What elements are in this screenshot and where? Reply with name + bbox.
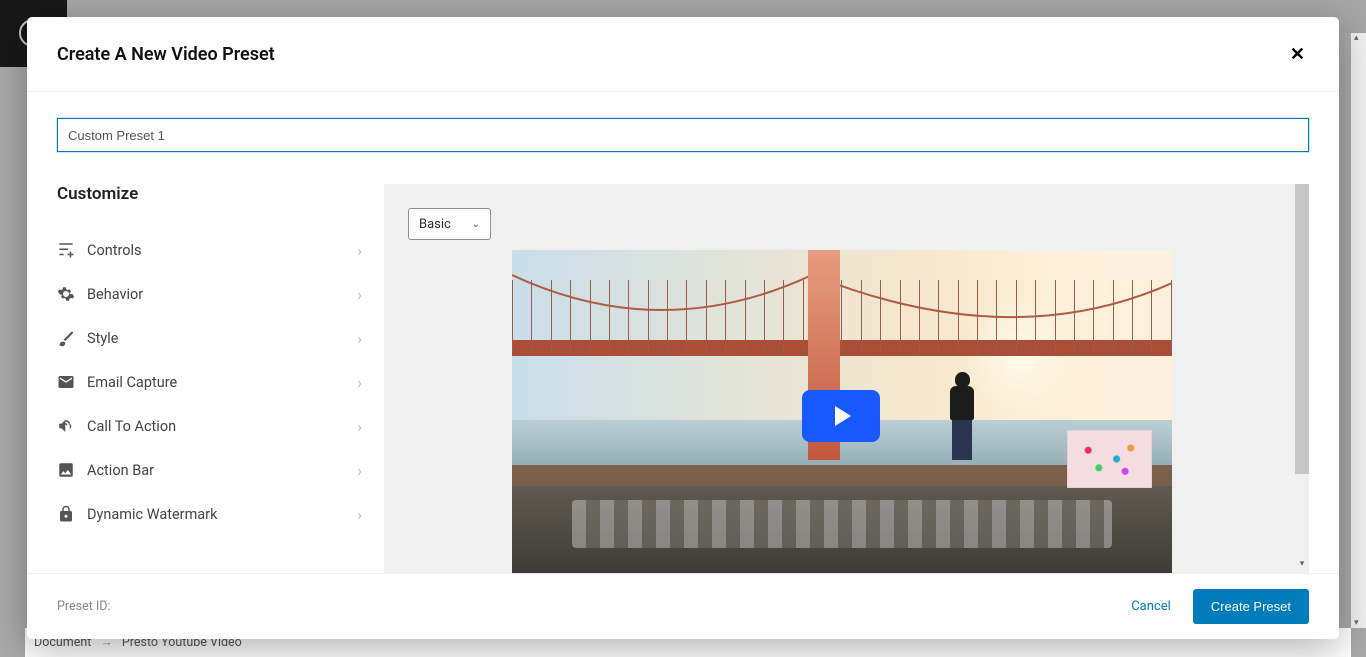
menu-label: Controls xyxy=(87,242,357,259)
menu-item-controls[interactable]: Controls › xyxy=(57,228,362,272)
sliders-icon xyxy=(57,241,87,259)
menu-item-cta[interactable]: Call To Action › xyxy=(57,404,362,448)
chevron-down-icon: ⌄ xyxy=(472,219,480,230)
big-play-button[interactable] xyxy=(802,390,880,442)
pip-thumbnail[interactable] xyxy=(1067,430,1152,488)
modal-backdrop: Create A New Video Preset ✕ Customize Co… xyxy=(0,0,1366,657)
menu-label: Dynamic Watermark xyxy=(87,506,357,523)
preset-name-input[interactable] xyxy=(57,118,1309,152)
create-preset-button[interactable]: Create Preset xyxy=(1193,589,1309,624)
chevron-right-icon: › xyxy=(357,505,362,524)
chevron-right-icon: › xyxy=(357,329,362,348)
menu-item-behavior[interactable]: Behavior › xyxy=(57,272,362,316)
scene-person xyxy=(950,372,976,460)
scene-suspenders xyxy=(512,280,1172,355)
dropdown-value: Basic xyxy=(419,217,451,232)
cancel-button[interactable]: Cancel xyxy=(1131,599,1171,614)
menu-item-actionbar[interactable]: Action Bar › xyxy=(57,448,362,492)
chevron-right-icon: › xyxy=(357,285,362,304)
menu-item-watermark[interactable]: Dynamic Watermark › xyxy=(57,492,362,536)
image-icon xyxy=(57,461,87,479)
mail-icon xyxy=(57,373,87,391)
preset-id-label: Preset ID: xyxy=(57,599,111,614)
close-icon[interactable]: ✕ xyxy=(1286,40,1309,69)
menu-label: Style xyxy=(87,330,357,347)
gear-icon xyxy=(57,285,87,303)
megaphone-icon xyxy=(57,417,87,435)
customize-heading: Customize xyxy=(57,184,362,204)
menu-label: Call To Action xyxy=(87,418,357,435)
preview-scrollbar[interactable]: ▾ xyxy=(1295,184,1309,573)
chevron-right-icon: › xyxy=(357,373,362,392)
lock-icon xyxy=(57,505,87,523)
menu-item-style[interactable]: Style › xyxy=(57,316,362,360)
modal-title: Create A New Video Preset xyxy=(57,44,275,65)
modal-header: Create A New Video Preset ✕ xyxy=(27,17,1339,92)
chevron-right-icon: › xyxy=(357,241,362,260)
skin-dropdown[interactable]: Basic ⌄ xyxy=(408,208,491,240)
video-player: 10↶ 10↶ 00:00 xyxy=(512,250,1172,573)
chevron-right-icon: › xyxy=(357,461,362,480)
menu-label: Email Capture xyxy=(87,374,357,391)
preview-pane: Basic ⌄ xyxy=(384,184,1309,573)
chevron-right-icon: › xyxy=(357,417,362,436)
menu-item-email[interactable]: Email Capture › xyxy=(57,360,362,404)
brush-icon xyxy=(57,329,87,347)
menu-label: Behavior xyxy=(87,286,357,303)
create-preset-modal: Create A New Video Preset ✕ Customize Co… xyxy=(27,17,1339,639)
menu-label: Action Bar xyxy=(87,462,357,479)
modal-body: Customize Controls › Behavior › xyxy=(27,92,1339,573)
scene-graffiti xyxy=(572,500,1112,548)
modal-footer: Preset ID: Cancel Create Preset xyxy=(27,573,1339,639)
customize-sidebar: Customize Controls › Behavior › xyxy=(57,184,362,573)
